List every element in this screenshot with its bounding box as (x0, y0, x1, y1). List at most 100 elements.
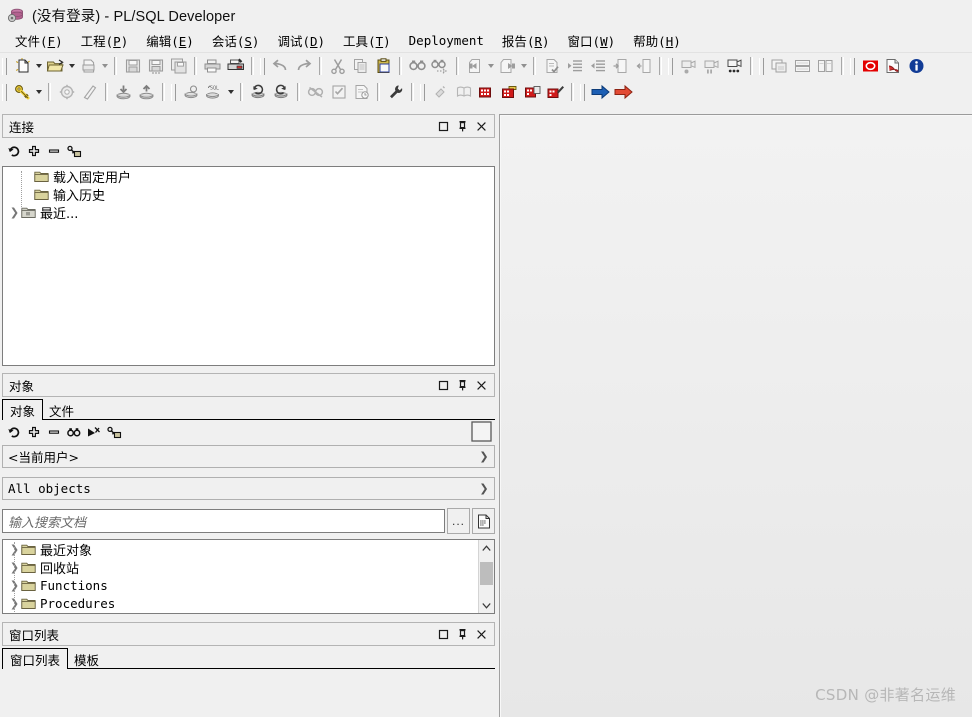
save-all-icon[interactable] (144, 55, 167, 77)
document-search-icon[interactable] (472, 508, 495, 534)
menu-file[interactable]: 文件(F) (6, 29, 72, 53)
refresh-icon[interactable] (4, 422, 24, 442)
undo-icon[interactable] (269, 55, 292, 77)
tile-horizontal-icon[interactable] (791, 55, 814, 77)
new-document-dropdown-icon[interactable] (34, 55, 44, 77)
new-document-icon[interactable] (11, 55, 34, 77)
toolbar-grip[interactable] (420, 83, 425, 101)
menu-deployment[interactable]: Deployment (400, 31, 493, 51)
commit-icon[interactable] (180, 81, 203, 103)
window-list-content[interactable] (2, 686, 495, 717)
filter-select[interactable]: All objects ❯ (2, 477, 495, 500)
reload-icon[interactable] (270, 81, 293, 103)
mdi-workspace[interactable]: CSDN @非著名运维 (499, 114, 972, 717)
stop-macro-icon[interactable] (700, 55, 723, 77)
search-options-button[interactable]: ... (447, 508, 470, 534)
export-icon[interactable] (135, 81, 158, 103)
redo-icon[interactable] (292, 55, 315, 77)
next-blue-arrow-icon[interactable] (589, 81, 612, 103)
clear-session-icon[interactable] (78, 81, 101, 103)
about-info-icon[interactable] (905, 55, 928, 77)
maximize-icon[interactable] (435, 626, 452, 642)
menu-project[interactable]: 工程(P) (72, 29, 138, 53)
next-page-dropdown-icon[interactable] (519, 55, 529, 77)
tab-templates[interactable]: 模板 (67, 650, 106, 669)
scroll-track[interactable] (479, 556, 494, 597)
debug-step-over-icon[interactable] (498, 81, 521, 103)
previous-page-icon[interactable] (463, 55, 486, 77)
cascade-windows-icon[interactable] (768, 55, 791, 77)
filter-icon[interactable] (84, 422, 104, 442)
menu-bar[interactable]: 文件(F) 工程(P) 编辑(E) 会话(S) 调试(D) 工具(T) Depl… (0, 30, 972, 53)
scroll-up-icon[interactable] (479, 540, 494, 556)
pdf-export-icon[interactable] (882, 55, 905, 77)
tree-expander[interactable]: ❯ (8, 203, 21, 221)
maximize-icon[interactable] (435, 118, 452, 134)
sql-window-dropdown-icon[interactable] (226, 81, 236, 103)
print-icon[interactable] (201, 55, 224, 77)
menu-edit[interactable]: 编辑(E) (137, 29, 203, 53)
record-macro-icon[interactable] (677, 55, 700, 77)
chevron-down-icon[interactable]: ❯ (474, 450, 494, 463)
rollback-icon[interactable] (247, 81, 270, 103)
next-red-arrow-icon[interactable] (612, 81, 635, 103)
comment-icon[interactable] (609, 55, 632, 77)
tree-item-procedures[interactable]: ❯ Procedures (3, 594, 494, 612)
explain-plan-icon[interactable] (350, 81, 373, 103)
previous-page-dropdown-icon[interactable] (486, 55, 496, 77)
tab-objects[interactable]: 对象 (2, 399, 44, 420)
test-script-icon[interactable] (327, 81, 350, 103)
objects-tree-scrollbar[interactable] (478, 540, 494, 613)
toolbar-grip[interactable] (171, 83, 176, 101)
login-key-icon[interactable] (11, 81, 34, 103)
logon-key-icon[interactable] (64, 141, 84, 161)
close-icon[interactable] (473, 377, 490, 393)
cut-icon[interactable] (326, 55, 349, 77)
menu-debug[interactable]: 调试(D) (268, 29, 334, 53)
toolbar-grip[interactable] (850, 57, 855, 75)
break-icon[interactable] (304, 81, 327, 103)
objects-preview-box[interactable] (471, 421, 492, 442)
indent-icon[interactable] (563, 55, 586, 77)
save-icon[interactable] (121, 55, 144, 77)
import-icon[interactable] (112, 81, 135, 103)
tab-files[interactable]: 文件 (42, 401, 81, 420)
toolbar-grip[interactable] (759, 57, 764, 75)
close-icon[interactable] (473, 626, 490, 642)
print-preview-icon[interactable] (77, 55, 100, 77)
remove-icon[interactable] (44, 141, 64, 161)
debug-run-icon[interactable] (475, 81, 498, 103)
tree-expander[interactable] (21, 167, 34, 185)
debug-step-out-icon[interactable] (544, 81, 567, 103)
menu-session[interactable]: 会话(S) (203, 29, 269, 53)
tree-item-recent-objects[interactable]: ❯ 最近对象 (3, 540, 494, 559)
tree-item-login-history[interactable]: 输入历史 (3, 185, 494, 204)
search-input[interactable]: 输入搜索文档 (2, 509, 445, 533)
open-folder-dropdown-icon[interactable] (67, 55, 77, 77)
tree-item-functions[interactable]: ❯ Functions (3, 576, 494, 594)
pin-icon[interactable] (454, 626, 471, 642)
toolbar-grip[interactable] (260, 57, 265, 75)
login-dropdown-icon[interactable] (34, 81, 44, 103)
scroll-down-icon[interactable] (479, 597, 494, 613)
tree-expander[interactable] (21, 185, 34, 203)
step-icon[interactable] (429, 81, 452, 103)
objects-tree[interactable]: ❯ 最近对象 ❯ 回收站 ❯ Functions ❯ Procedures (2, 539, 495, 614)
toolbar-grip[interactable] (580, 83, 585, 101)
save-as-icon[interactable] (167, 55, 190, 77)
pin-icon[interactable] (454, 377, 471, 393)
add-icon[interactable] (24, 422, 44, 442)
objects-tabstrip[interactable]: 对象 文件 (2, 399, 495, 420)
maximize-icon[interactable] (435, 377, 452, 393)
add-icon[interactable] (24, 141, 44, 161)
remove-icon[interactable] (44, 422, 64, 442)
sql-window-icon[interactable]: SQL (203, 81, 226, 103)
find-icon[interactable] (406, 55, 429, 77)
toolbar-grip[interactable] (2, 57, 7, 75)
find-icon[interactable] (64, 422, 84, 442)
close-icon[interactable] (473, 118, 490, 134)
toolbar-grip[interactable] (668, 57, 673, 75)
connections-tree[interactable]: 载入固定用户 输入历史 ❯ 最近... (2, 166, 495, 366)
pin-icon[interactable] (454, 118, 471, 134)
refresh-icon[interactable] (4, 141, 24, 161)
